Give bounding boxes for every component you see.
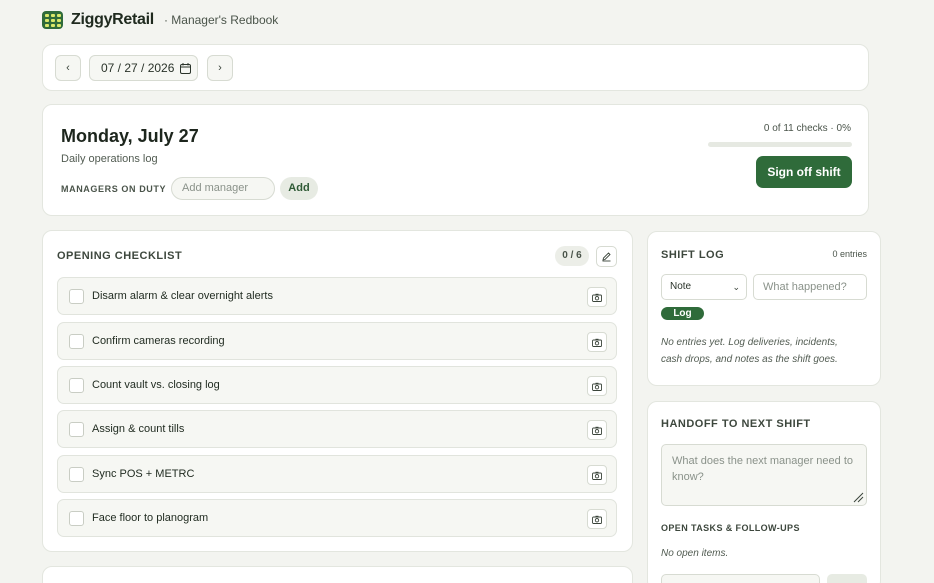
log-type-value: Note — [670, 281, 692, 292]
shift-log-empty-line1: No entries yet. Log deliveries, incident… — [661, 337, 838, 348]
chevron-left-icon: ‹ — [66, 62, 70, 74]
camera-icon[interactable] — [587, 376, 607, 396]
open-tasks-label: OPEN TASKS & FOLLOW-UPS — [661, 523, 800, 533]
checklist-count-badge: 0 / 6 — [555, 246, 589, 266]
progress-bar — [708, 142, 852, 147]
camera-icon[interactable] — [587, 287, 607, 307]
camera-icon[interactable] — [587, 332, 607, 352]
entries-count: 0 entries — [832, 249, 867, 259]
page-title: Monday, July 27 — [61, 126, 199, 146]
chevron-down-icon: ⌄ — [732, 282, 740, 292]
checklist-item: Disarm alarm & clear overnight alerts — [57, 277, 617, 315]
checklist-item: Sync POS + METRC — [57, 455, 617, 493]
checklist-item: Face floor to planogram — [57, 499, 617, 537]
checklist-item-label: Face floor to planogram — [92, 512, 209, 524]
log-type-select[interactable]: Note ⌄ — [661, 274, 747, 300]
checklist-checkbox[interactable] — [69, 511, 84, 526]
checklist-checkbox[interactable] — [69, 467, 84, 482]
checklist-checkbox[interactable] — [69, 422, 84, 437]
task-input[interactable] — [661, 574, 820, 583]
checklist-item-label: Confirm cameras recording — [92, 335, 225, 347]
camera-icon[interactable] — [587, 509, 607, 529]
camera-icon[interactable] — [587, 420, 607, 440]
ziggy-logo-icon — [42, 11, 63, 29]
checklist-item-label: Sync POS + METRC — [92, 468, 195, 480]
checklist-item-label: Count vault vs. closing log — [92, 379, 220, 391]
checklist-checkbox[interactable] — [69, 334, 84, 349]
checklist-item: Count vault vs. closing log — [57, 366, 617, 404]
add-manager-button[interactable]: Add — [280, 177, 318, 200]
checklist-title: OPENING CHECKLIST — [57, 250, 183, 262]
pencil-icon — [602, 252, 611, 262]
next-day-button[interactable]: › — [207, 55, 233, 81]
brand-name: ZiggyRetail — [71, 11, 154, 28]
checklist-item: Confirm cameras recording — [57, 322, 617, 360]
checklist-item: Assign & count tills — [57, 410, 617, 448]
camera-icon[interactable] — [587, 465, 607, 485]
date-value: 07 / 27 / 2026 — [101, 61, 175, 75]
handoff-notes-textarea[interactable]: What does the next manager need to know? — [661, 444, 867, 506]
day-summary-card: Monday, July 27 Daily operations log MAN… — [42, 104, 869, 216]
open-tasks-empty: No open items. — [661, 548, 729, 559]
checklist-item-label: Disarm alarm & clear overnight alerts — [92, 290, 273, 302]
checklist-checkbox[interactable] — [69, 378, 84, 393]
shift-log-empty-line2: cash drops, and notes as the shift goes. — [661, 354, 838, 365]
log-entry-input[interactable]: What happened? — [753, 274, 867, 300]
next-checklist-card — [42, 566, 633, 583]
handoff-title: HANDOFF TO NEXT SHIFT — [661, 418, 811, 430]
calendar-icon[interactable] — [180, 62, 192, 74]
progress-summary: 0 of 11 checks · 0% — [763, 123, 851, 134]
date-navigation: ‹ 07 / 27 / 2026 › — [42, 44, 869, 91]
log-button[interactable]: Log — [661, 307, 704, 320]
handoff-placeholder: What does the next manager need to know? — [672, 455, 854, 483]
date-input[interactable]: 07 / 27 / 2026 — [89, 55, 198, 81]
add-task-button[interactable] — [827, 574, 867, 583]
checklist-item-label: Assign & count tills — [92, 423, 185, 435]
app-header: ZiggyRetail · Manager's Redbook — [42, 10, 278, 30]
opening-checklist-card: OPENING CHECKLIST 0 / 6 Disarm alarm & c… — [42, 230, 633, 552]
shift-log-card: SHIFT LOG 0 entries Note ⌄ What happened… — [647, 231, 881, 386]
edit-checklist-button[interactable] — [596, 246, 617, 267]
app-subtitle: · Manager's Redbook — [163, 13, 279, 27]
sign-off-shift-button[interactable]: Sign off shift — [756, 156, 852, 188]
add-manager-input[interactable]: Add manager — [171, 177, 275, 200]
managers-on-duty-label: MANAGERS ON DUTY — [61, 184, 167, 194]
shift-log-title: SHIFT LOG — [661, 249, 725, 261]
handoff-card: HANDOFF TO NEXT SHIFT What does the next… — [647, 401, 881, 583]
page-subtitle: Daily operations log — [61, 153, 158, 165]
chevron-right-icon: › — [218, 62, 222, 74]
checklist-checkbox[interactable] — [69, 289, 84, 304]
previous-day-button[interactable]: ‹ — [55, 55, 81, 81]
resize-grip-icon[interactable] — [852, 491, 864, 503]
